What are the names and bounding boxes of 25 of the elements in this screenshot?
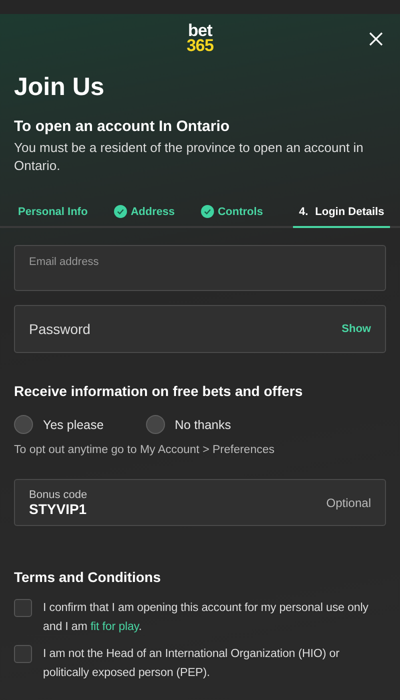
step-tab[interactable]: Address bbox=[108, 200, 181, 228]
checkbox[interactable] bbox=[14, 599, 32, 617]
radio-button[interactable] bbox=[146, 415, 165, 434]
radio-label: No thanks bbox=[174, 418, 231, 432]
logo: bet 365 bbox=[186, 23, 214, 53]
checkbox[interactable] bbox=[14, 645, 32, 663]
section-heading: Receive information on free bets and offers bbox=[14, 382, 304, 400]
notice-heading: To open an account In Ontario bbox=[14, 117, 231, 137]
notice-text: You must be a resident of the province to open an account in Ontario. bbox=[14, 139, 364, 175]
step-tab[interactable]: Personal Info bbox=[12, 200, 94, 228]
bonus-code-field[interactable]: Bonus code STYVIP1 Optional bbox=[14, 479, 386, 526]
email-field[interactable]: Email address bbox=[14, 245, 386, 291]
fit-for-play-link[interactable]: fit for play bbox=[90, 620, 139, 633]
page-title: Join Us bbox=[14, 72, 106, 102]
radio-label: Yes please bbox=[43, 418, 104, 432]
password-field[interactable]: Password Show bbox=[14, 305, 386, 353]
opt-out-note: To opt out anytime go to My Account > Preferences bbox=[14, 444, 276, 456]
radio-button[interactable] bbox=[14, 415, 33, 434]
checkbox-label: I confirm that I am opening this account for my personal use only and I am fit for play. bbox=[43, 600, 370, 635]
section-heading: Terms and Conditions bbox=[14, 568, 162, 586]
step-tab[interactable]: 4. Login Details bbox=[292, 200, 390, 228]
step-tab[interactable]: Controls bbox=[194, 200, 269, 228]
show-button[interactable]: Show bbox=[342, 323, 371, 335]
checkbox-label: I am not the Head of an International Organization (HIO) or politically exposed person (PEP). bbox=[43, 646, 340, 681]
close-button[interactable] bbox=[369, 32, 383, 46]
